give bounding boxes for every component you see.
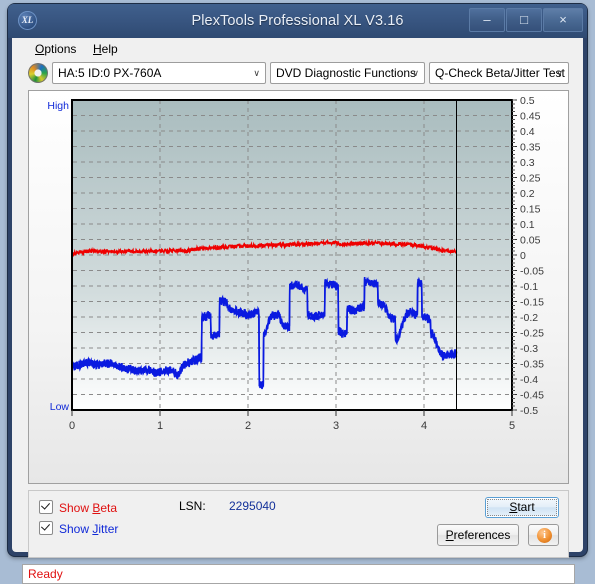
application-window: XL PlexTools Professional XL V3.16 – □ ×… [8,4,587,584]
chevron-down-icon: ∨ [253,68,260,78]
client-area: Options Help HA:5 ID:0 PX-760A ∨ DVD Dia… [12,38,583,584]
menu-bar: Options Help [12,38,583,60]
test-select[interactable]: Q-Check Beta/Jitter Test ∨ [429,62,569,84]
y-axis-tick-label: -0.2 [520,312,538,324]
x-axis-tick-label: 4 [421,420,427,432]
y-axis-tick-label: 0.45 [520,111,541,123]
show-beta-checkbox[interactable]: Show Beta [39,500,117,515]
info-icon: i [537,528,552,543]
x-axis-tick-label: 1 [157,420,163,432]
y-axis-tick-label: -0.25 [520,328,544,340]
beta-jitter-chart: 0.5 0.45 0.4 0.35 0.3 0.25 0.2 0.15 0.1 0.05 0 -0.0… [47,95,544,432]
lsn-value: 2295040 [229,499,276,513]
info-button[interactable]: i [528,524,559,546]
x-axis-tick-label: 0 [69,420,75,432]
low-label: Low [50,401,70,413]
y-axis-tick-label: 0.05 [520,235,541,247]
y-axis-tick-label: -0.1 [520,281,538,293]
menu-help[interactable]: Help [86,41,125,57]
menu-help-label: elp [101,42,118,56]
y-axis-tick-label: -0.5 [520,405,538,417]
show-beta-label: Show Beta [59,501,118,515]
cd-disc-icon [28,63,48,83]
checkbox-check-icon [39,500,53,514]
y-axis-tick-label: -0.35 [520,359,544,371]
status-bar: Ready [22,564,575,584]
x-axis-tick-label: 2 [245,420,251,432]
chevron-down-icon: ∨ [412,68,419,78]
y-axis-tick-label: 0.2 [520,188,535,200]
show-jitter-label: Show Jitter [59,522,119,536]
show-jitter-checkbox[interactable]: Show Jitter [39,521,118,536]
menu-options[interactable]: Options [28,41,83,57]
y-axis-tick-label: -0.45 [520,390,544,402]
high-label: High [47,100,69,112]
chart-panel: 0.5 0.45 0.4 0.35 0.3 0.25 0.2 0.15 0.1 0.05 0 -0.0… [28,90,569,484]
start-button-label: Start [487,499,557,516]
y-axis-tick-label: 0.4 [520,126,535,138]
lsn-label: LSN: [179,499,206,513]
checkbox-check-icon [39,521,53,535]
y-axis-tick-label: 0.25 [520,173,541,185]
x-axis-tick-label: 3 [333,420,339,432]
drive-select[interactable]: HA:5 ID:0 PX-760A ∨ [52,62,266,84]
start-button[interactable]: Start [485,497,559,518]
y-axis-tick-label: 0.5 [520,95,535,107]
control-panel: Show Beta Show Jitter LSN: 2295040 Start… [28,490,569,558]
chevron-down-icon: ∨ [556,68,563,78]
y-axis-tick-label: 0.1 [520,219,535,231]
close-button[interactable]: × [543,8,583,32]
menu-options-label: ptions [44,42,77,56]
test-select-value: Q-Check Beta/Jitter Test [435,66,565,80]
function-select-value: DVD Diagnostic Functions [276,66,417,80]
minimize-button[interactable]: – [469,8,505,32]
y-axis-tick-label: 0.15 [520,204,541,216]
y-axis-tick-label: -0.15 [520,297,544,309]
drive-select-value: HA:5 ID:0 PX-760A [58,66,162,80]
y-axis-tick-label: 0.3 [520,157,535,169]
y-axis-tick-label: -0.3 [520,343,538,355]
title-bar[interactable]: XL PlexTools Professional XL V3.16 – □ × [8,4,587,38]
toolbar: HA:5 ID:0 PX-760A ∨ DVD Diagnostic Funct… [12,59,583,88]
maximize-button[interactable]: □ [506,8,542,32]
function-select[interactable]: DVD Diagnostic Functions ∨ [270,62,425,84]
preferences-button-label: Preferences [445,528,511,542]
y-axis-tick-label: 0.35 [520,142,541,154]
preferences-button[interactable]: Preferences [437,524,519,546]
y-axis-tick-label: -0.05 [520,266,544,278]
x-axis-tick-label: 5 [509,420,515,432]
y-axis-tick-label: -0.4 [520,374,538,386]
y-axis-tick-label: 0 [520,250,526,262]
